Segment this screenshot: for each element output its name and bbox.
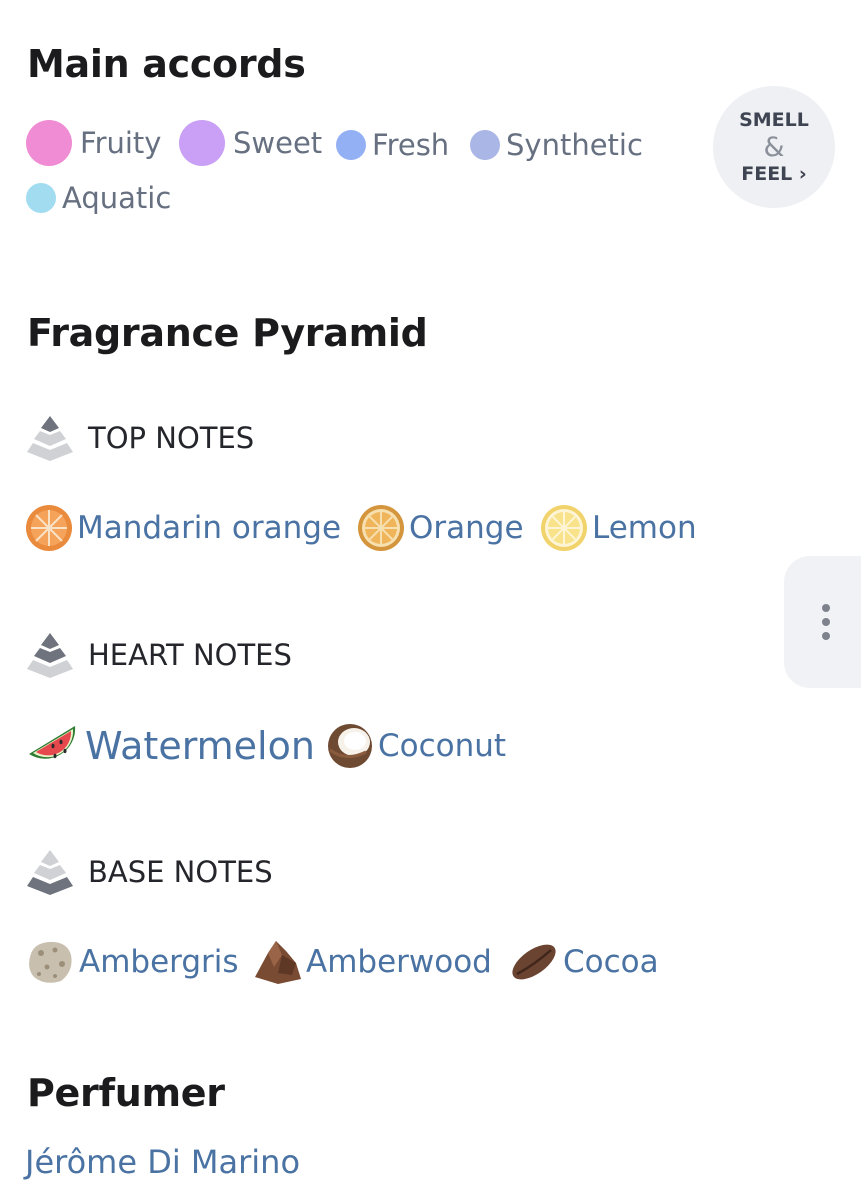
smell-feel-line2: FEEL ›	[741, 162, 807, 185]
accord-aquatic[interactable]: Aquatic	[26, 181, 171, 215]
pyramid-base-tier-icon	[27, 850, 73, 895]
smell-feel-button[interactable]: SMELL & FEEL ›	[713, 86, 835, 208]
base-notes-heading: BASE NOTES	[26, 848, 273, 896]
pyramid-top-tier-icon	[27, 416, 73, 461]
perfumer-title: Perfumer	[27, 1071, 225, 1115]
pyramid-title: Fragrance Pyramid	[27, 311, 428, 355]
heart-notes-label: HEART NOTES	[88, 638, 292, 672]
coconut-icon	[328, 724, 372, 768]
note-coconut[interactable]: Coconut	[326, 722, 506, 770]
note-cocoa[interactable]: Cocoa	[509, 937, 659, 987]
accord-dot-icon	[26, 120, 72, 166]
heart-notes-heading: HEART NOTES	[26, 631, 292, 679]
accord-dot-icon	[470, 130, 500, 160]
accord-dot-icon	[26, 183, 56, 213]
note-amberwood[interactable]: Amberwood	[252, 937, 492, 987]
note-lemon[interactable]: Lemon	[540, 504, 697, 552]
cocoa-bean-icon	[512, 944, 556, 980]
top-notes-heading: TOP NOTES	[26, 414, 254, 462]
orange-slice-icon	[358, 505, 404, 551]
more-vertical-icon	[822, 604, 830, 612]
lemon-slice-icon	[541, 505, 587, 551]
accord-sweet[interactable]: Sweet	[179, 120, 322, 166]
more-options-button[interactable]	[784, 556, 861, 688]
base-notes-label: BASE NOTES	[88, 855, 273, 889]
accord-dot-icon	[336, 130, 366, 160]
note-orange[interactable]: Orange	[357, 504, 524, 552]
main-accords-title: Main accords	[27, 42, 306, 86]
accord-fresh[interactable]: Fresh	[336, 128, 449, 162]
amberwood-icon	[255, 941, 301, 984]
perfumer-name-link[interactable]: Jérôme Di Marino	[25, 1143, 300, 1181]
note-ambergris[interactable]: Ambergris	[25, 937, 239, 987]
pyramid-heart-tier-icon	[27, 633, 73, 678]
note-mandarin-orange[interactable]: Mandarin orange	[25, 504, 341, 552]
mandarin-orange-icon	[26, 505, 72, 551]
watermelon-icon	[29, 726, 76, 759]
accord-dot-icon	[179, 120, 225, 166]
note-watermelon[interactable]: Watermelon	[25, 718, 315, 774]
ambergris-icon	[29, 941, 72, 983]
top-notes-label: TOP NOTES	[88, 421, 255, 455]
smell-feel-amp: &	[763, 131, 785, 163]
accord-fruity[interactable]: Fruity	[26, 120, 161, 166]
accord-synthetic[interactable]: Synthetic	[470, 128, 643, 162]
smell-feel-line1: SMELL	[739, 108, 809, 131]
